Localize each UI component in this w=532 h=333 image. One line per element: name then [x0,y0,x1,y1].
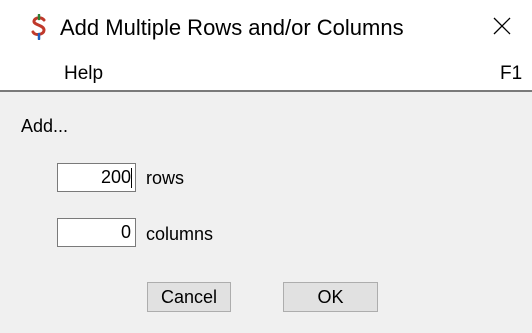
menu-item-help-shortcut: F1 [500,63,523,84]
cancel-button[interactable]: Cancel [147,282,231,312]
dialog-body: Add... rows columns Cancel OK [0,92,532,333]
rows-label: rows [146,168,185,188]
close-button[interactable] [478,8,526,48]
columns-label: columns [146,224,214,244]
title-bar: Add Multiple Rows and/or Columns [0,0,532,56]
text-caret [131,168,132,188]
window-title: Add Multiple Rows and/or Columns [60,15,404,40]
add-rows-columns-dialog: Add Multiple Rows and/or Columns Help F1… [0,0,532,333]
menu-bar: Help F1 [0,56,532,92]
add-heading: Add... [21,116,69,136]
close-icon [492,16,512,41]
app-icon [28,13,50,41]
rows-input[interactable] [57,163,136,192]
columns-input[interactable] [57,218,136,247]
ok-button[interactable]: OK [283,282,378,312]
menu-item-help[interactable]: Help [64,62,103,86]
